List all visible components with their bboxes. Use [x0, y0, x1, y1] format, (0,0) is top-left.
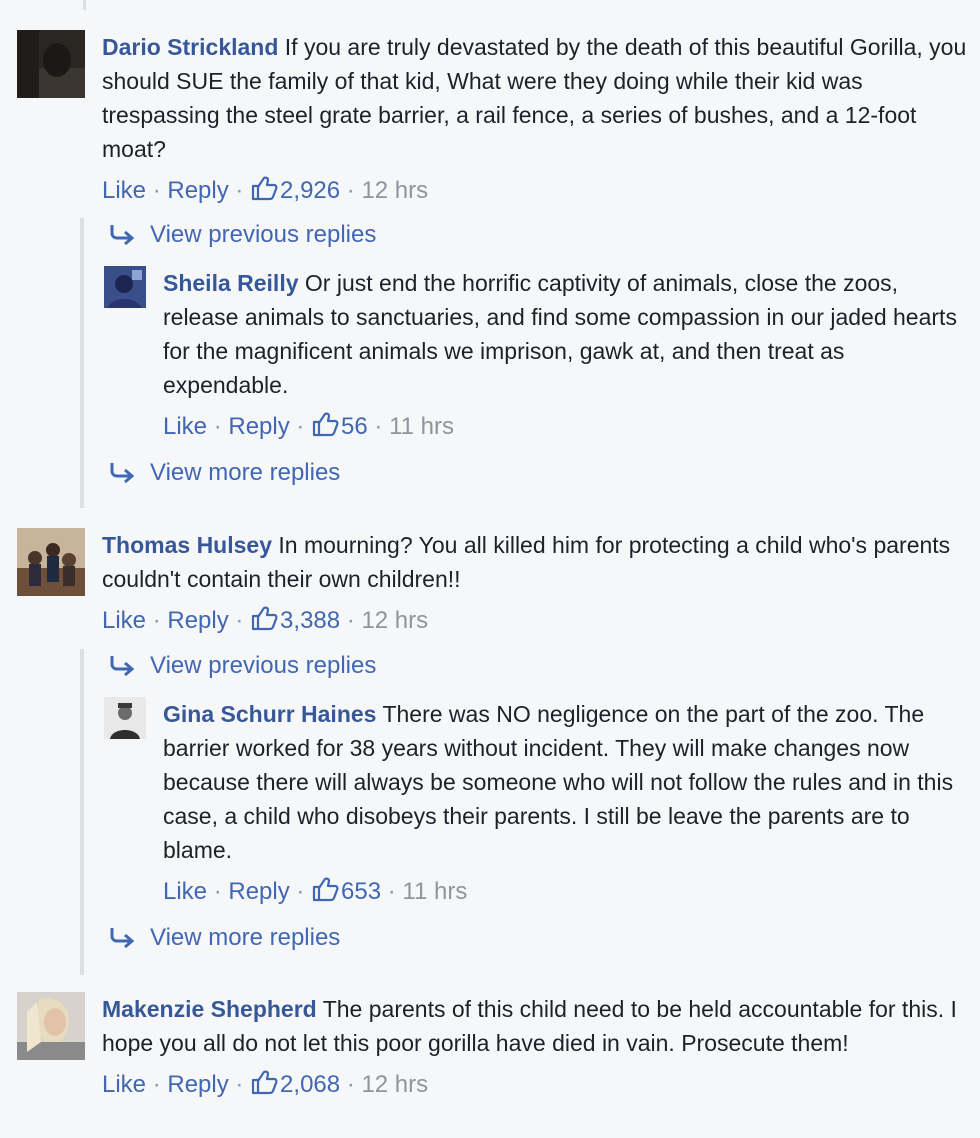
- avatar[interactable]: [17, 528, 85, 596]
- comment-actions: Like · Reply · 2,926 · 12 hrs: [102, 174, 977, 208]
- timestamp[interactable]: 11 hrs: [402, 878, 467, 905]
- author-name[interactable]: Dario Strickland: [102, 34, 278, 60]
- comment-actions: Like · Reply · 2,068 · 12 hrs: [102, 1068, 977, 1102]
- like-button[interactable]: Like: [163, 413, 207, 440]
- reply-button[interactable]: Reply: [228, 878, 289, 905]
- separator: ·: [289, 878, 312, 905]
- timestamp[interactable]: 12 hrs: [361, 1071, 428, 1098]
- separator: ·: [228, 177, 251, 204]
- separator: ·: [367, 413, 390, 440]
- thumbs-up-icon: [250, 1068, 278, 1096]
- view-more-label[interactable]: View more replies: [150, 924, 340, 951]
- separator: ·: [289, 413, 312, 440]
- like-button[interactable]: Like: [102, 607, 146, 634]
- author-name[interactable]: Thomas Hulsey: [102, 532, 272, 558]
- reply-text: Sheila Reilly Or just end the horrific c…: [163, 266, 964, 402]
- reply-thread: View previous replies Sheila Reilly Or j…: [80, 218, 964, 508]
- timestamp[interactable]: 12 hrs: [361, 607, 428, 634]
- comment-actions: Like · Reply · 3,388 · 12 hrs: [102, 604, 977, 638]
- reply-arrow-icon: [110, 463, 135, 483]
- like-count[interactable]: 3,388: [280, 607, 340, 634]
- view-previous-replies-link[interactable]: View previous replies: [108, 649, 376, 683]
- reply-arrow-icon: [110, 225, 135, 245]
- separator: ·: [228, 607, 251, 634]
- reply-button[interactable]: Reply: [167, 607, 228, 634]
- thumbs-up-icon: [250, 174, 278, 202]
- avatar[interactable]: [104, 697, 146, 739]
- reply-button[interactable]: Reply: [167, 1071, 228, 1098]
- avatar[interactable]: [17, 30, 85, 98]
- thumbs-up-icon: [311, 410, 339, 438]
- like-button[interactable]: Like: [102, 177, 146, 204]
- thread-rule-top: [83, 0, 86, 10]
- author-name[interactable]: Gina Schurr Haines: [163, 701, 376, 727]
- view-previous-label[interactable]: View previous replies: [150, 221, 376, 248]
- like-button[interactable]: Like: [102, 1071, 146, 1098]
- like-count[interactable]: 2,068: [280, 1071, 340, 1098]
- comment-text: Thomas Hulsey In mourning? You all kille…: [102, 528, 977, 596]
- timestamp[interactable]: 11 hrs: [389, 413, 454, 440]
- avatar[interactable]: [17, 992, 85, 1060]
- reply-button[interactable]: Reply: [167, 177, 228, 204]
- view-more-replies-link[interactable]: View more replies: [108, 456, 340, 490]
- thumbs-up-icon: [250, 604, 278, 632]
- timestamp[interactable]: 12 hrs: [361, 177, 428, 204]
- reply-button[interactable]: Reply: [228, 413, 289, 440]
- reply-arrow-icon: [110, 656, 135, 676]
- separator: ·: [340, 1071, 362, 1098]
- thumbs-up-icon: [311, 875, 339, 903]
- reply-actions: Like · Reply · 653 · 11 hrs: [163, 875, 964, 909]
- comment-text: Makenzie Shepherd The parents of this ch…: [102, 992, 977, 1060]
- author-name[interactable]: Sheila Reilly: [163, 270, 299, 296]
- view-more-replies-link[interactable]: View more replies: [108, 921, 340, 955]
- view-more-label[interactable]: View more replies: [150, 459, 340, 486]
- separator: ·: [207, 413, 229, 440]
- reply-text: Gina Schurr Haines There was NO negligen…: [163, 697, 964, 867]
- like-count[interactable]: 2,926: [280, 177, 340, 204]
- separator: ·: [340, 177, 362, 204]
- view-previous-label[interactable]: View previous replies: [150, 652, 376, 679]
- like-count[interactable]: 56: [341, 413, 368, 440]
- avatar[interactable]: [104, 266, 146, 308]
- separator: ·: [340, 607, 362, 634]
- reply-arrow-icon: [110, 928, 135, 948]
- reply-actions: Like · Reply · 56 · 11 hrs: [163, 410, 964, 444]
- author-name[interactable]: Makenzie Shepherd: [102, 996, 317, 1022]
- separator: ·: [146, 1071, 168, 1098]
- view-previous-replies-link[interactable]: View previous replies: [108, 218, 376, 252]
- like-button[interactable]: Like: [163, 878, 207, 905]
- separator: ·: [381, 878, 403, 905]
- separator: ·: [207, 878, 229, 905]
- separator: ·: [146, 607, 168, 634]
- separator: ·: [146, 177, 168, 204]
- comment-text: Dario Strickland If you are truly devast…: [102, 30, 977, 166]
- reply-thread: View previous replies Gina Schurr Haines…: [80, 649, 964, 975]
- like-count[interactable]: 653: [341, 878, 381, 905]
- separator: ·: [228, 1071, 251, 1098]
